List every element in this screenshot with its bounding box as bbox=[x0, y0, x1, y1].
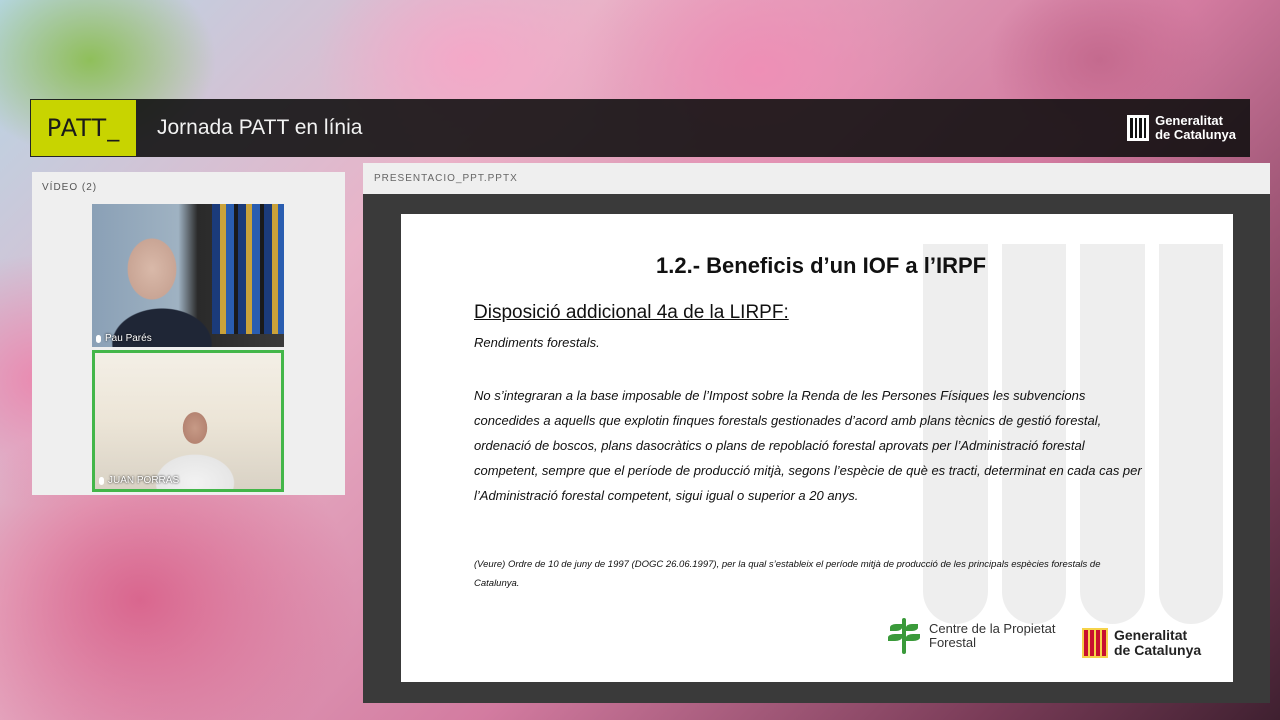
generalitat-emblem-icon bbox=[1127, 115, 1150, 141]
fern-leaf-icon bbox=[885, 616, 923, 656]
microphone-icon bbox=[99, 476, 104, 485]
patt-logo: PATT_ bbox=[31, 100, 136, 156]
slide-title: 1.2.- Beneficis d’un IOF a l’IRPF bbox=[656, 253, 987, 278]
slide-body-text: No s’integraran a la base imposable de l… bbox=[474, 388, 1142, 503]
patt-logo-text: PATT_ bbox=[46, 114, 121, 142]
generalitat-slide-line1: Generalitat bbox=[1114, 627, 1188, 643]
generalitat-slide-logo: Generalitat de Catalunya bbox=[1082, 628, 1201, 658]
participant-label: JUAN PORRAS bbox=[99, 475, 179, 486]
microphone-icon bbox=[96, 334, 101, 343]
cpf-line2: Forestal bbox=[929, 635, 976, 650]
senyera-emblem-icon bbox=[1082, 628, 1108, 658]
generalitat-logo: Generalitat de Catalunya bbox=[1127, 114, 1236, 142]
presentation-panel: PRESENTACIO_PPT.PPTX 1.2.- Beneficis d’u… bbox=[363, 163, 1270, 703]
participant-label: Pau Parés bbox=[96, 333, 152, 344]
presentation-slide: 1.2.- Beneficis d’un IOF a l’IRPF Dispos… bbox=[401, 214, 1233, 682]
event-title: Jornada PATT en línia bbox=[157, 116, 363, 139]
cpf-logo: Centre de la Propietat Forestal bbox=[885, 616, 1055, 656]
slide-footnote: (Veure) Ordre de 10 de juny de 1997 (DOG… bbox=[474, 559, 1101, 589]
participant-name: JUAN PORRAS bbox=[108, 475, 180, 486]
slide-subhead: Rendiments forestals. bbox=[474, 335, 600, 350]
cpf-line1: Centre de la Propietat bbox=[929, 621, 1056, 636]
participant-video-tile[interactable]: Pau Parés bbox=[92, 204, 284, 347]
generalitat-line1: Generalitat bbox=[1155, 113, 1223, 128]
video-panel: VÍDEO (2) Pau Parés JUAN PORRAS bbox=[32, 172, 345, 495]
presentation-file-name: PRESENTACIO_PPT.PPTX bbox=[363, 163, 1270, 194]
generalitat-slide-line2: de Catalunya bbox=[1114, 642, 1202, 658]
header-bar: PATT_ Jornada PATT en línia Generalitat … bbox=[30, 99, 1250, 157]
generalitat-line2: de Catalunya bbox=[1155, 127, 1236, 142]
participant-name: Pau Parés bbox=[105, 333, 152, 344]
video-panel-title: VÍDEO (2) bbox=[42, 182, 98, 193]
background-shelf bbox=[212, 204, 284, 334]
participant-video-tile-active[interactable]: JUAN PORRAS bbox=[92, 350, 284, 492]
slide-subtitle: Disposició addicional 4a de la LIRPF: bbox=[474, 302, 789, 323]
